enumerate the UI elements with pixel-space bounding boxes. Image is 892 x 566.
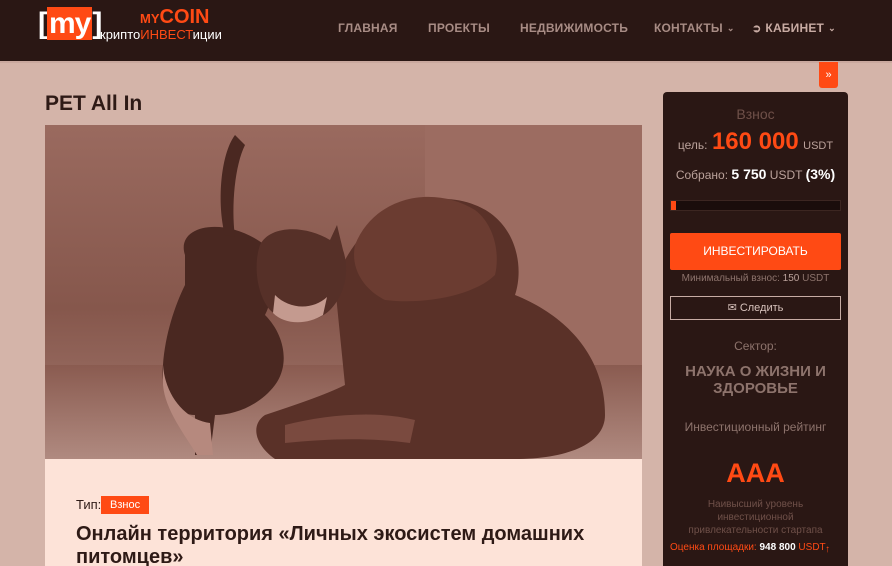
sidebar-heading: Взнос [736,106,775,122]
funding-progress-bar [670,200,841,211]
chevron-down-icon: ⌄ [726,22,735,33]
sector-label: Сектор: [734,339,777,353]
logo-mycoin: MYCOIN [140,6,210,28]
rating-description: Наивысший уровень инвестиционной привлек… [688,499,823,536]
sector-value: НАУКА О ЖИЗНИ И ЗДОРОВЬЕ [685,363,826,397]
cat-and-dog-photo [45,125,642,459]
site-header: [my] MYCOIN криптоИНВЕСТиции ГЛАВНАЯ ПРО… [0,0,892,61]
logo[interactable]: [my] MYCOIN криптоИНВЕСТиции [38,7,223,47]
arrow-up-icon: ↑ [825,544,830,555]
project-image [45,125,642,459]
investment-sidebar: Взнос цель: 160 000 USDT Собрано: 5 750 … [663,92,848,566]
sign-in-icon: ➲ [752,22,762,35]
type-label: Тип: [76,497,102,512]
logo-tagline: криптоИНВЕСТиции [100,27,222,42]
minimum-contribution: Минимальный взнос: 150 USDT [681,273,830,284]
type-badge: Взнос [101,496,150,514]
nav-realty[interactable]: НЕДВИЖИМОСТЬ [520,0,628,56]
invest-button[interactable]: ИНВЕСТИРОВАТЬ [670,233,841,270]
page-title: PET All In [45,92,143,115]
chevron-down-icon: ⌄ [828,22,836,33]
logo-mark: [my] [38,7,102,40]
follow-button[interactable]: ✉ Следить [670,296,841,320]
funding-progress-fill [671,201,677,210]
platform-valuation: Оценка площадки: 948 800 USDT [670,542,826,553]
rating-value: AAA [726,458,785,488]
nav-projects[interactable]: ПРОЕКТЫ [428,0,490,56]
raised-amount: Собрано: 5 750 USDT (3%) [675,166,836,182]
goal-amount: цель: 160 000 USDT [677,128,834,155]
header-divider [0,61,892,63]
nav-contacts[interactable]: КОНТАКТЫ ⌄ [654,0,735,56]
rating-label: Инвестиционный рейтинг [684,420,827,434]
collapse-button[interactable]: » [819,62,838,88]
envelope-icon: ✉ [727,302,737,314]
nav-home[interactable]: ГЛАВНАЯ [338,0,398,56]
double-chevron-down-icon: » [825,69,832,81]
nav-cabinet[interactable]: ➲ КАБИНЕТ ⌄ [752,0,836,56]
project-card: Тип: Взнос Онлайн территория «Личных эко… [45,459,642,566]
project-title: Онлайн территория «Личных экосистем дома… [76,523,585,566]
